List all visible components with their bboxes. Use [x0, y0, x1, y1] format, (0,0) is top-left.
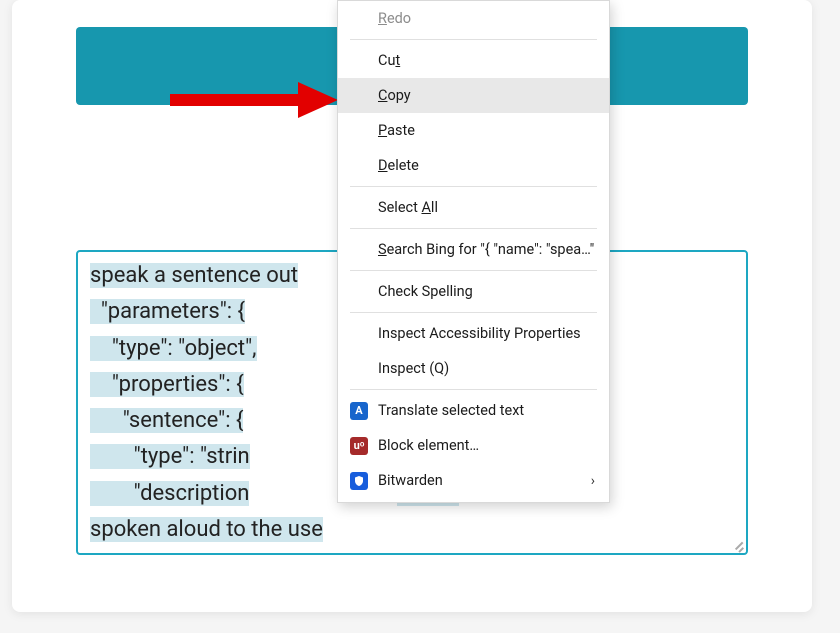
- menu-separator: [350, 228, 597, 229]
- menu-separator: [350, 312, 597, 313]
- menu-delete[interactable]: Delete: [338, 148, 609, 183]
- chevron-right-icon: ›: [591, 473, 595, 489]
- translate-icon: A: [350, 402, 368, 420]
- ublock-icon: uᵒ: [350, 437, 368, 455]
- menu-select-all[interactable]: Select All: [338, 190, 609, 225]
- json-line: spoken aloud to the use: [90, 512, 734, 548]
- menu-separator: [350, 186, 597, 187]
- menu-bitwarden[interactable]: Bitwarden ›: [338, 463, 609, 498]
- menu-copy[interactable]: Copy: [338, 78, 609, 113]
- menu-block-element[interactable]: uᵒ Block element…: [338, 428, 609, 463]
- context-menu: Redo Cut Copy Paste Delete Select All Se…: [337, 0, 610, 503]
- menu-separator: [350, 270, 597, 271]
- menu-inspect-accessibility[interactable]: Inspect Accessibility Properties: [338, 316, 609, 351]
- menu-search-bing[interactable]: Search Bing for "{ "name": "spea…": [338, 232, 609, 267]
- menu-inspect[interactable]: Inspect (Q): [338, 351, 609, 386]
- menu-redo[interactable]: Redo: [338, 1, 609, 36]
- menu-paste[interactable]: Paste: [338, 113, 609, 148]
- menu-separator: [350, 389, 597, 390]
- menu-check-spelling[interactable]: Check Spelling: [338, 274, 609, 309]
- menu-separator: [350, 39, 597, 40]
- menu-translate[interactable]: A Translate selected text: [338, 393, 609, 428]
- bitwarden-icon: [350, 472, 368, 490]
- menu-cut[interactable]: Cut: [338, 43, 609, 78]
